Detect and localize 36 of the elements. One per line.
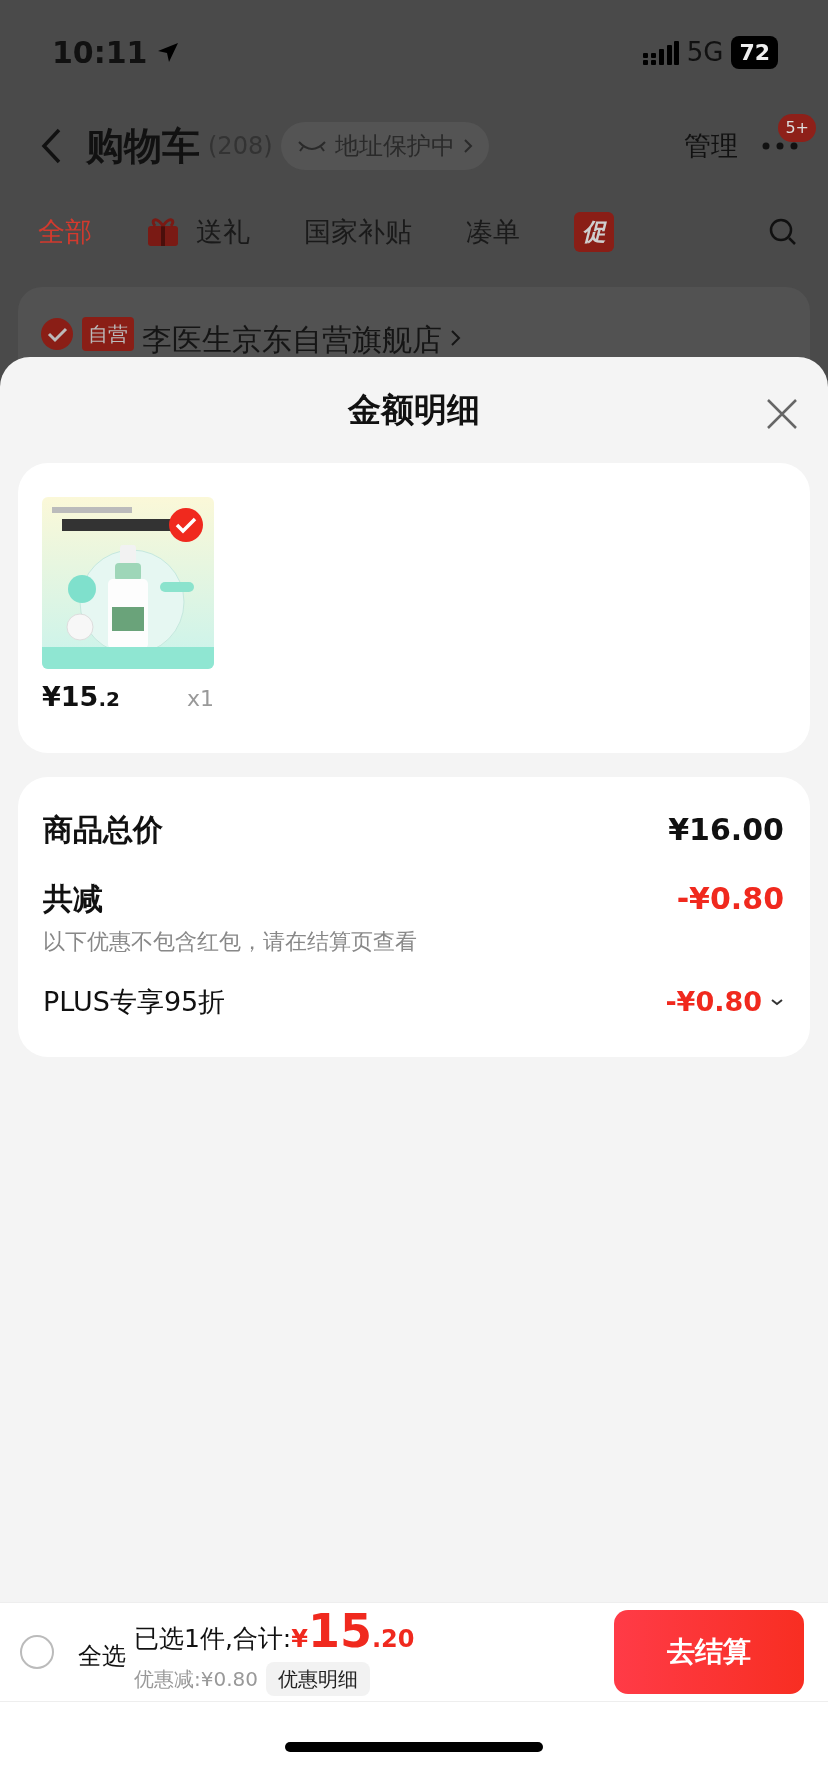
discount-item-label: PLUS专享95折 — [43, 985, 226, 1019]
discount-summary: 优惠减:¥0.80 — [134, 1665, 258, 1693]
signal-icon — [642, 40, 679, 65]
discount-item-amount: -¥0.80 — [665, 985, 762, 1019]
selected-total: 已选1件,合计:¥15.20 — [134, 1608, 415, 1658]
total-price: ¥16.00 — [668, 811, 784, 849]
promo-tab[interactable]: 促 — [574, 212, 614, 252]
more-icon[interactable] — [762, 142, 798, 150]
select-all-radio[interactable] — [20, 1635, 54, 1669]
select-all-label[interactable]: 全选 — [78, 1638, 126, 1674]
chevron-icon[interactable] — [770, 997, 784, 1008]
check-icon[interactable] — [168, 507, 204, 543]
status-time: 10:11 — [52, 34, 148, 72]
item-quantity: x1 — [186, 685, 214, 713]
search-icon[interactable] — [768, 217, 798, 247]
closed-eye-icon — [296, 139, 327, 153]
total-label: 商品总价 — [43, 811, 163, 849]
back-icon[interactable] — [40, 127, 62, 165]
discount-amount: -¥0.80 — [676, 880, 784, 918]
item-price: ¥15.2 — [42, 680, 120, 714]
filter-tab[interactable]: 全部 — [38, 211, 92, 253]
page-title: 购物车 — [86, 122, 200, 170]
check-icon[interactable] — [40, 317, 74, 351]
sheet-title: 金额明细 — [348, 389, 480, 432]
discount-label: 共减 — [43, 880, 103, 918]
self-operated-tag: 自营 — [82, 317, 134, 351]
chevron-icon — [462, 138, 473, 154]
network-label: 5G — [686, 36, 724, 69]
notification-badge: 5+ — [778, 114, 816, 142]
gift-icon — [146, 216, 180, 248]
manage-link[interactable]: 管理 — [684, 125, 738, 167]
close-icon — [766, 397, 798, 430]
checkout-button[interactable]: 去结算 — [614, 1610, 804, 1694]
battery-indicator: 72 — [731, 36, 778, 69]
discount-details-button[interactable]: 优惠明细 — [266, 1661, 370, 1696]
discount-note: 以下优惠不包含红包，请在结算页查看 — [43, 928, 418, 956]
